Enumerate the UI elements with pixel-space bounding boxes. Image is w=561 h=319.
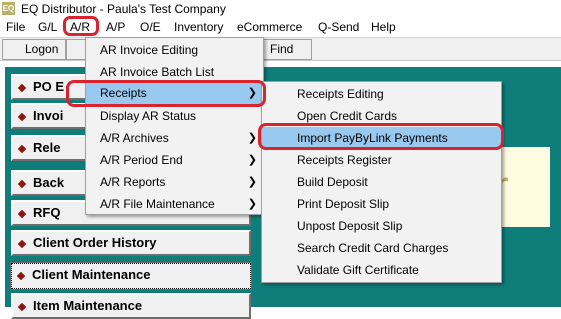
logon-button[interactable]: Logon [2,39,66,60]
sidebar-button-label: Client Order History [33,235,157,250]
receipts-highlight [66,80,266,107]
menu-item-label: A/R Period End [100,153,183,167]
sidebar-button-item-maintenance[interactable]: Item Maintenance [11,293,251,319]
window-title: EQ Distributor - Paula's Test Company [21,2,226,16]
menu-item-validate-gift-certificate[interactable]: Validate Gift Certificate [262,259,501,281]
menu-help[interactable]: Help [371,20,396,34]
menu-gl[interactable]: G/L [38,20,57,34]
sidebar-button-client-maintenance[interactable]: Client Maintenance [10,262,252,290]
bullet-icon [17,83,27,93]
submenu-arrow-icon: ❯ [247,154,257,166]
menu-inventory[interactable]: Inventory [174,20,223,34]
bullet-icon [16,271,26,281]
bullet-icon [17,302,27,312]
menu-ecommerce[interactable]: eCommerce [237,20,302,34]
menu-qsend[interactable]: Q-Send [318,20,359,34]
menu-item-ar-reports[interactable]: A/R Reports ❯ [86,171,263,193]
sidebar-button-label: Rele [33,140,61,155]
menu-item-receipts-editing[interactable]: Receipts Editing [262,83,501,105]
bullet-icon [17,239,27,249]
bullet-icon [17,144,27,154]
sidebar-button-label: Item Maintenance [33,298,143,313]
sidebar-button-label: Client Maintenance [32,267,151,282]
bullet-icon [17,179,27,189]
import-paybylink-highlight [258,123,504,150]
submenu-arrow-icon: ❯ [247,132,257,144]
menu-item-label: A/R File Maintenance [100,197,215,211]
bullet-icon [17,112,27,122]
bullet-icon [17,209,27,219]
menu-item-ar-period-end[interactable]: A/R Period End ❯ [86,149,263,171]
sidebar-button-label: PO E [33,79,65,94]
menu-ap[interactable]: A/P [106,20,125,34]
menu-item-receipts-register[interactable]: Receipts Register [262,149,501,171]
ar-menu-highlight [63,16,99,36]
menu-item-display-ar-status[interactable]: Display AR Status [86,105,263,127]
menu-item-label: A/R Archives [100,131,169,145]
receipts-submenu: Receipts Editing Open Credit Cards Impor… [261,81,502,283]
menu-file[interactable]: File [6,20,25,34]
menu-oe[interactable]: O/E [140,20,161,34]
menu-item-unpost-deposit-slip[interactable]: Unpost Deposit Slip [262,215,501,237]
menu-item-ar-archives[interactable]: A/R Archives ❯ [86,127,263,149]
ar-dropdown-menu: AR Invoice Editing AR Invoice Batch List… [85,37,264,215]
menu-item-search-credit-card-charges[interactable]: Search Credit Card Charges [262,237,501,259]
sidebar-button-label: Invoi [33,108,64,123]
sidebar-button-client-order-history[interactable]: Client Order History [11,230,251,256]
submenu-arrow-icon: ❯ [247,176,257,188]
menu-item-ar-invoice-editing[interactable]: AR Invoice Editing [86,39,263,61]
menu-item-ar-file-maintenance[interactable]: A/R File Maintenance ❯ [86,193,263,215]
sidebar-button-label: Back [33,175,65,190]
menu-item-build-deposit[interactable]: Build Deposit [262,171,501,193]
menu-item-label: A/R Reports [100,175,166,189]
menu-item-print-deposit-slip[interactable]: Print Deposit Slip [262,193,501,215]
submenu-arrow-icon: ❯ [247,198,257,210]
app-icon: EQ [2,2,15,15]
sidebar-button-label: RFQ [33,205,61,220]
